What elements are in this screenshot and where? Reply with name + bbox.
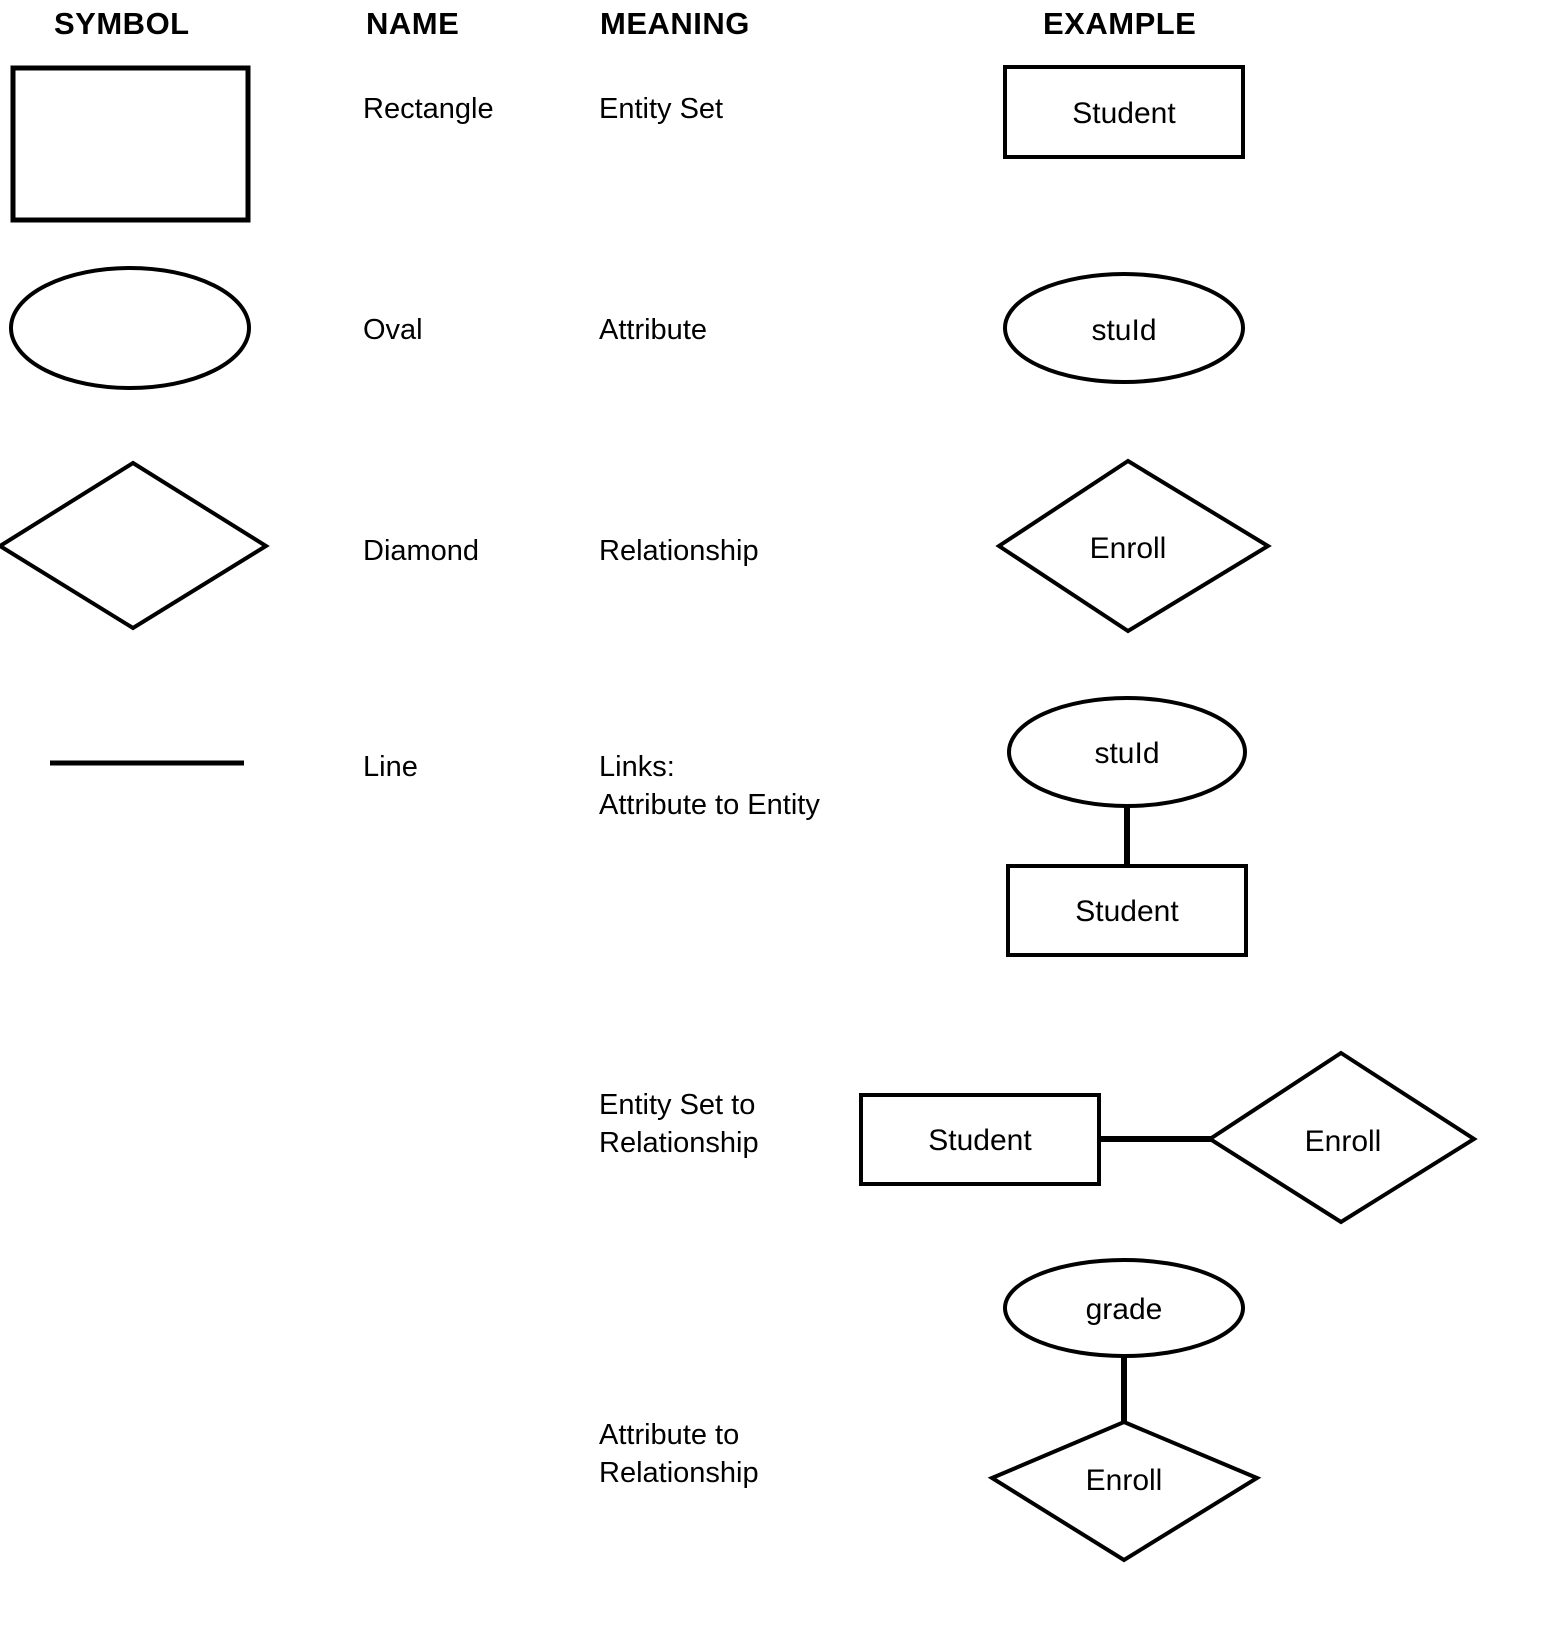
example-attrrel-oval-grade-label: grade <box>1086 1293 1163 1326</box>
symbol-oval <box>9 266 251 390</box>
symbol-rectangle <box>10 65 251 223</box>
example-attrrel-diamond-enroll-label: Enroll <box>1086 1464 1163 1497</box>
example-entityrel-diamond-enroll-label: Enroll <box>1305 1125 1382 1158</box>
example-link-entity-rectangle-student-label: Student <box>1075 895 1179 928</box>
example-relationship-diamond-enroll-label: Enroll <box>1090 532 1167 565</box>
symbol-diamond <box>0 460 270 631</box>
er-notation-table: SYMBOL NAME MEANING EXAMPLE Rectangle Ov… <box>0 0 1547 1647</box>
example-entityrel-rectangle-student-label: Student <box>928 1124 1032 1157</box>
example-entity-rectangle-student-label: Student <box>1072 97 1176 130</box>
example-attribute-oval-stuid-label: stuId <box>1091 314 1156 347</box>
diagram-canvas: Student stuId Enroll stuId Student Stude… <box>0 65 1478 1563</box>
example-link-attribute-oval-stuid-label: stuId <box>1094 737 1159 770</box>
